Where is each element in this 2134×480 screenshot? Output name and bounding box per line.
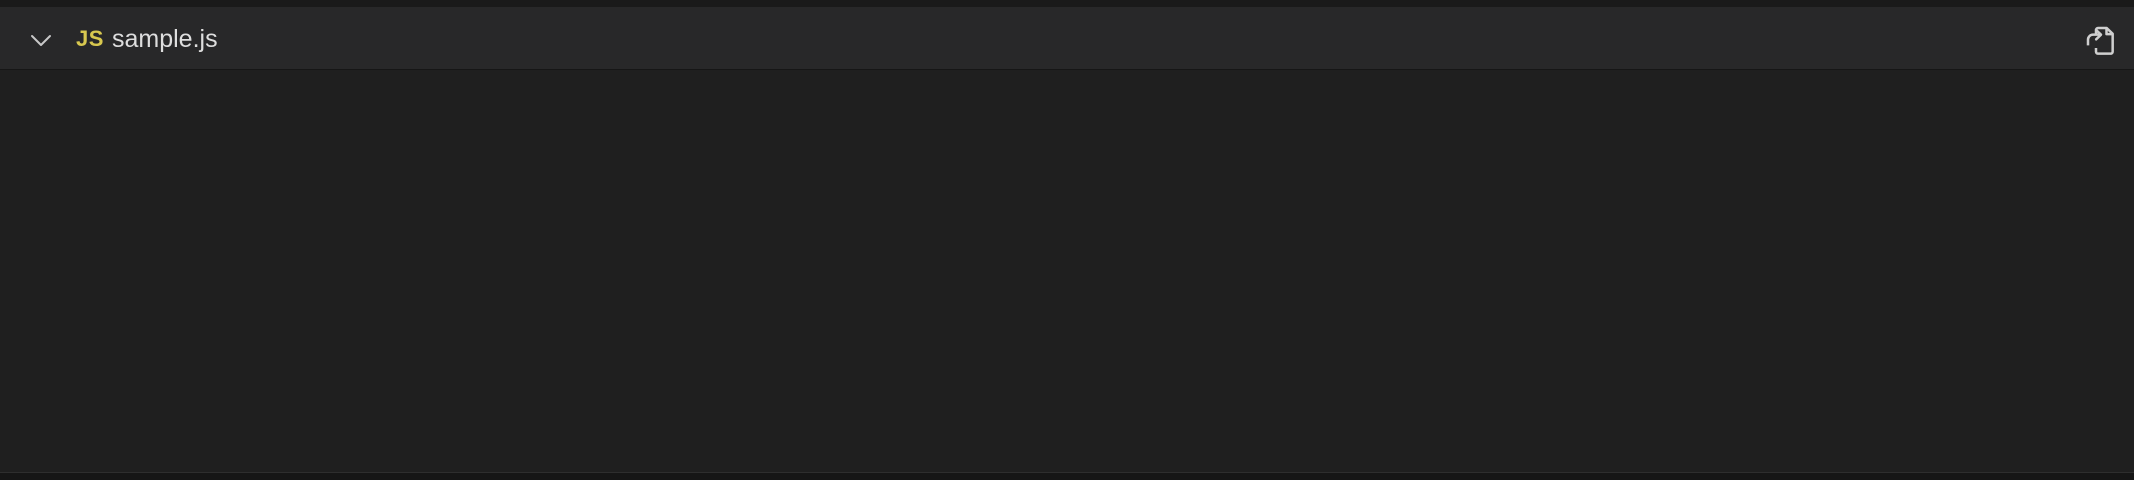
window-top-strip (0, 0, 2134, 7)
open-file-icon[interactable] (2080, 19, 2120, 61)
diff-editor-window: JS sample.js 1// Sample Node.js script2−… (0, 0, 2134, 480)
window-bottom-strip (0, 472, 2134, 480)
javascript-icon: JS (76, 23, 104, 55)
file-header-bar[interactable]: JS sample.js (0, 7, 2134, 70)
chevron-down-icon[interactable] (28, 31, 54, 51)
file-name: sample.js (112, 21, 218, 57)
